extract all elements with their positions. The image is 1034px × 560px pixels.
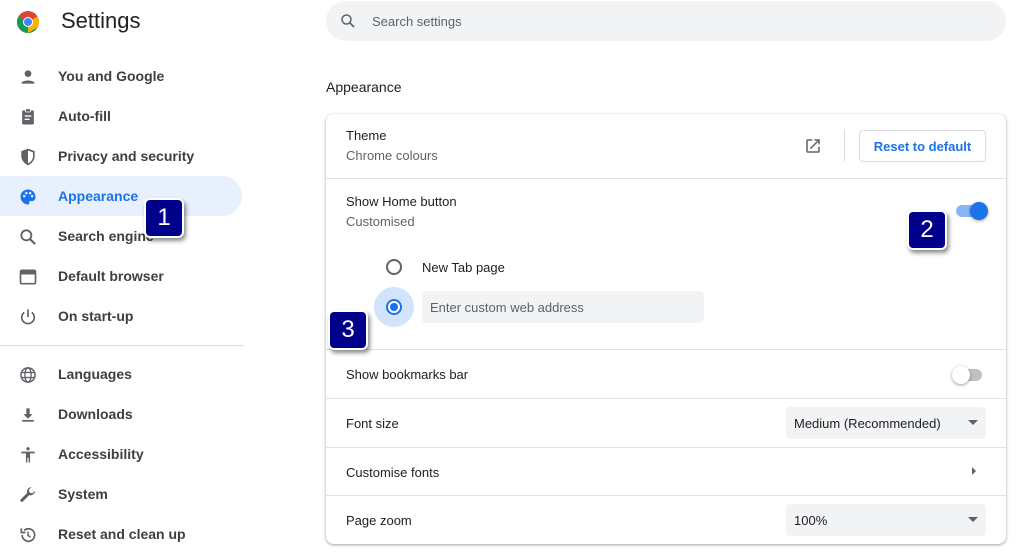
sidebar-item-label: Reset and clean up bbox=[58, 526, 186, 542]
font-size-row: Font size Medium (Recommended) bbox=[326, 398, 1006, 447]
search-input[interactable] bbox=[372, 1, 972, 41]
home-button-label: Show Home button bbox=[346, 194, 457, 209]
bookmarks-bar-toggle[interactable] bbox=[952, 366, 984, 384]
sidebar-item-privacy-and-security[interactable]: Privacy and security bbox=[0, 136, 242, 176]
home-button-toggle[interactable] bbox=[956, 202, 988, 220]
browser-window-icon bbox=[19, 269, 37, 285]
sidebar-item-label: Search engine bbox=[58, 228, 154, 244]
toggle-knob bbox=[952, 366, 970, 384]
power-icon bbox=[20, 309, 36, 325]
sidebar-item-auto-fill[interactable]: Auto-fill bbox=[0, 96, 242, 136]
customise-fonts-row[interactable]: Customise fonts bbox=[326, 447, 1006, 495]
radio-new-tab-page[interactable] bbox=[386, 259, 402, 275]
sidebar-item-label: Auto-fill bbox=[58, 108, 111, 124]
sidebar-item-search-engine[interactable]: Search engine bbox=[0, 216, 242, 256]
theme-sub: Chrome colours bbox=[346, 148, 438, 163]
chrome-logo-icon bbox=[17, 11, 39, 33]
sidebar-item-on-start-up[interactable]: On start-up bbox=[0, 296, 242, 336]
sidebar-item-label: Appearance bbox=[58, 188, 139, 204]
appearance-card: Theme Chrome colours Reset to default Sh… bbox=[326, 114, 1006, 544]
sidebar-item-system[interactable]: System bbox=[0, 474, 242, 514]
bookmarks-bar-row: Show bookmarks bar bbox=[326, 349, 1006, 398]
callout-badge-1: 1 bbox=[144, 198, 184, 238]
sidebar-item-label: Downloads bbox=[58, 406, 133, 422]
theme-row: Theme Chrome colours Reset to default bbox=[326, 114, 1006, 178]
sidebar-item-default-browser[interactable]: Default browser bbox=[0, 256, 242, 296]
page-zoom-label: Page zoom bbox=[346, 513, 412, 528]
sidebar-item-languages[interactable]: Languages bbox=[0, 354, 242, 394]
chevron-right-icon bbox=[972, 467, 976, 475]
search-icon bbox=[341, 14, 355, 28]
chevron-down-icon bbox=[968, 517, 978, 522]
sidebar: You and Google Auto-fill Privacy and sec… bbox=[0, 56, 244, 554]
clipboard-icon bbox=[22, 108, 34, 125]
accessibility-icon bbox=[21, 447, 35, 463]
bookmarks-bar-label: Show bookmarks bar bbox=[346, 367, 469, 382]
sidebar-item-appearance[interactable]: Appearance bbox=[0, 176, 242, 216]
radio-new-tab-page-label: New Tab page bbox=[422, 260, 505, 275]
sidebar-item-accessibility[interactable]: Accessibility bbox=[0, 434, 242, 474]
external-link-icon[interactable] bbox=[804, 137, 822, 155]
sidebar-item-label: You and Google bbox=[58, 68, 165, 84]
sidebar-item-label: Languages bbox=[58, 366, 132, 382]
theme-label: Theme bbox=[346, 128, 387, 143]
vertical-separator bbox=[844, 129, 845, 161]
home-button-row: Show Home button Customised New Tab page bbox=[326, 178, 1006, 349]
section-title: Appearance bbox=[326, 79, 402, 95]
sidebar-item-label: System bbox=[58, 486, 108, 502]
page-zoom-select[interactable]: 100% bbox=[786, 504, 986, 536]
customise-fonts-label: Customise fonts bbox=[346, 465, 440, 480]
page-zoom-value: 100% bbox=[794, 512, 828, 528]
sidebar-item-reset-and-clean-up[interactable]: Reset and clean up bbox=[0, 514, 242, 554]
search-bar[interactable] bbox=[326, 1, 1006, 41]
home-button-sub: Customised bbox=[346, 214, 415, 229]
sidebar-divider bbox=[0, 345, 244, 346]
search-icon bbox=[20, 229, 36, 245]
font-size-label: Font size bbox=[346, 416, 399, 431]
page-title: Settings bbox=[61, 8, 141, 33]
download-icon bbox=[22, 408, 34, 422]
sidebar-item-label: Default browser bbox=[58, 268, 164, 284]
toggle-knob bbox=[970, 202, 988, 220]
reset-to-default-button[interactable]: Reset to default bbox=[859, 130, 986, 162]
sidebar-item-label: Privacy and security bbox=[58, 148, 195, 164]
page-zoom-row: Page zoom 100% bbox=[326, 495, 1006, 544]
sidebar-item-downloads[interactable]: Downloads bbox=[0, 394, 242, 434]
wrench-icon bbox=[20, 487, 36, 502]
callout-badge-3: 3 bbox=[328, 310, 368, 350]
shield-icon bbox=[21, 148, 35, 166]
palette-icon bbox=[20, 189, 36, 205]
chevron-down-icon bbox=[968, 420, 978, 425]
radio-custom-address[interactable] bbox=[386, 299, 402, 315]
person-icon bbox=[21, 70, 35, 84]
custom-web-address-input[interactable] bbox=[422, 291, 704, 323]
globe-icon bbox=[20, 367, 36, 383]
sidebar-item-label: Accessibility bbox=[58, 446, 144, 462]
history-icon bbox=[20, 527, 36, 543]
font-size-value: Medium (Recommended) bbox=[794, 415, 941, 431]
sidebar-item-you-and-google[interactable]: You and Google bbox=[0, 56, 242, 96]
callout-badge-2: 2 bbox=[907, 210, 947, 250]
font-size-select[interactable]: Medium (Recommended) bbox=[786, 407, 986, 439]
sidebar-item-label: On start-up bbox=[58, 308, 134, 324]
